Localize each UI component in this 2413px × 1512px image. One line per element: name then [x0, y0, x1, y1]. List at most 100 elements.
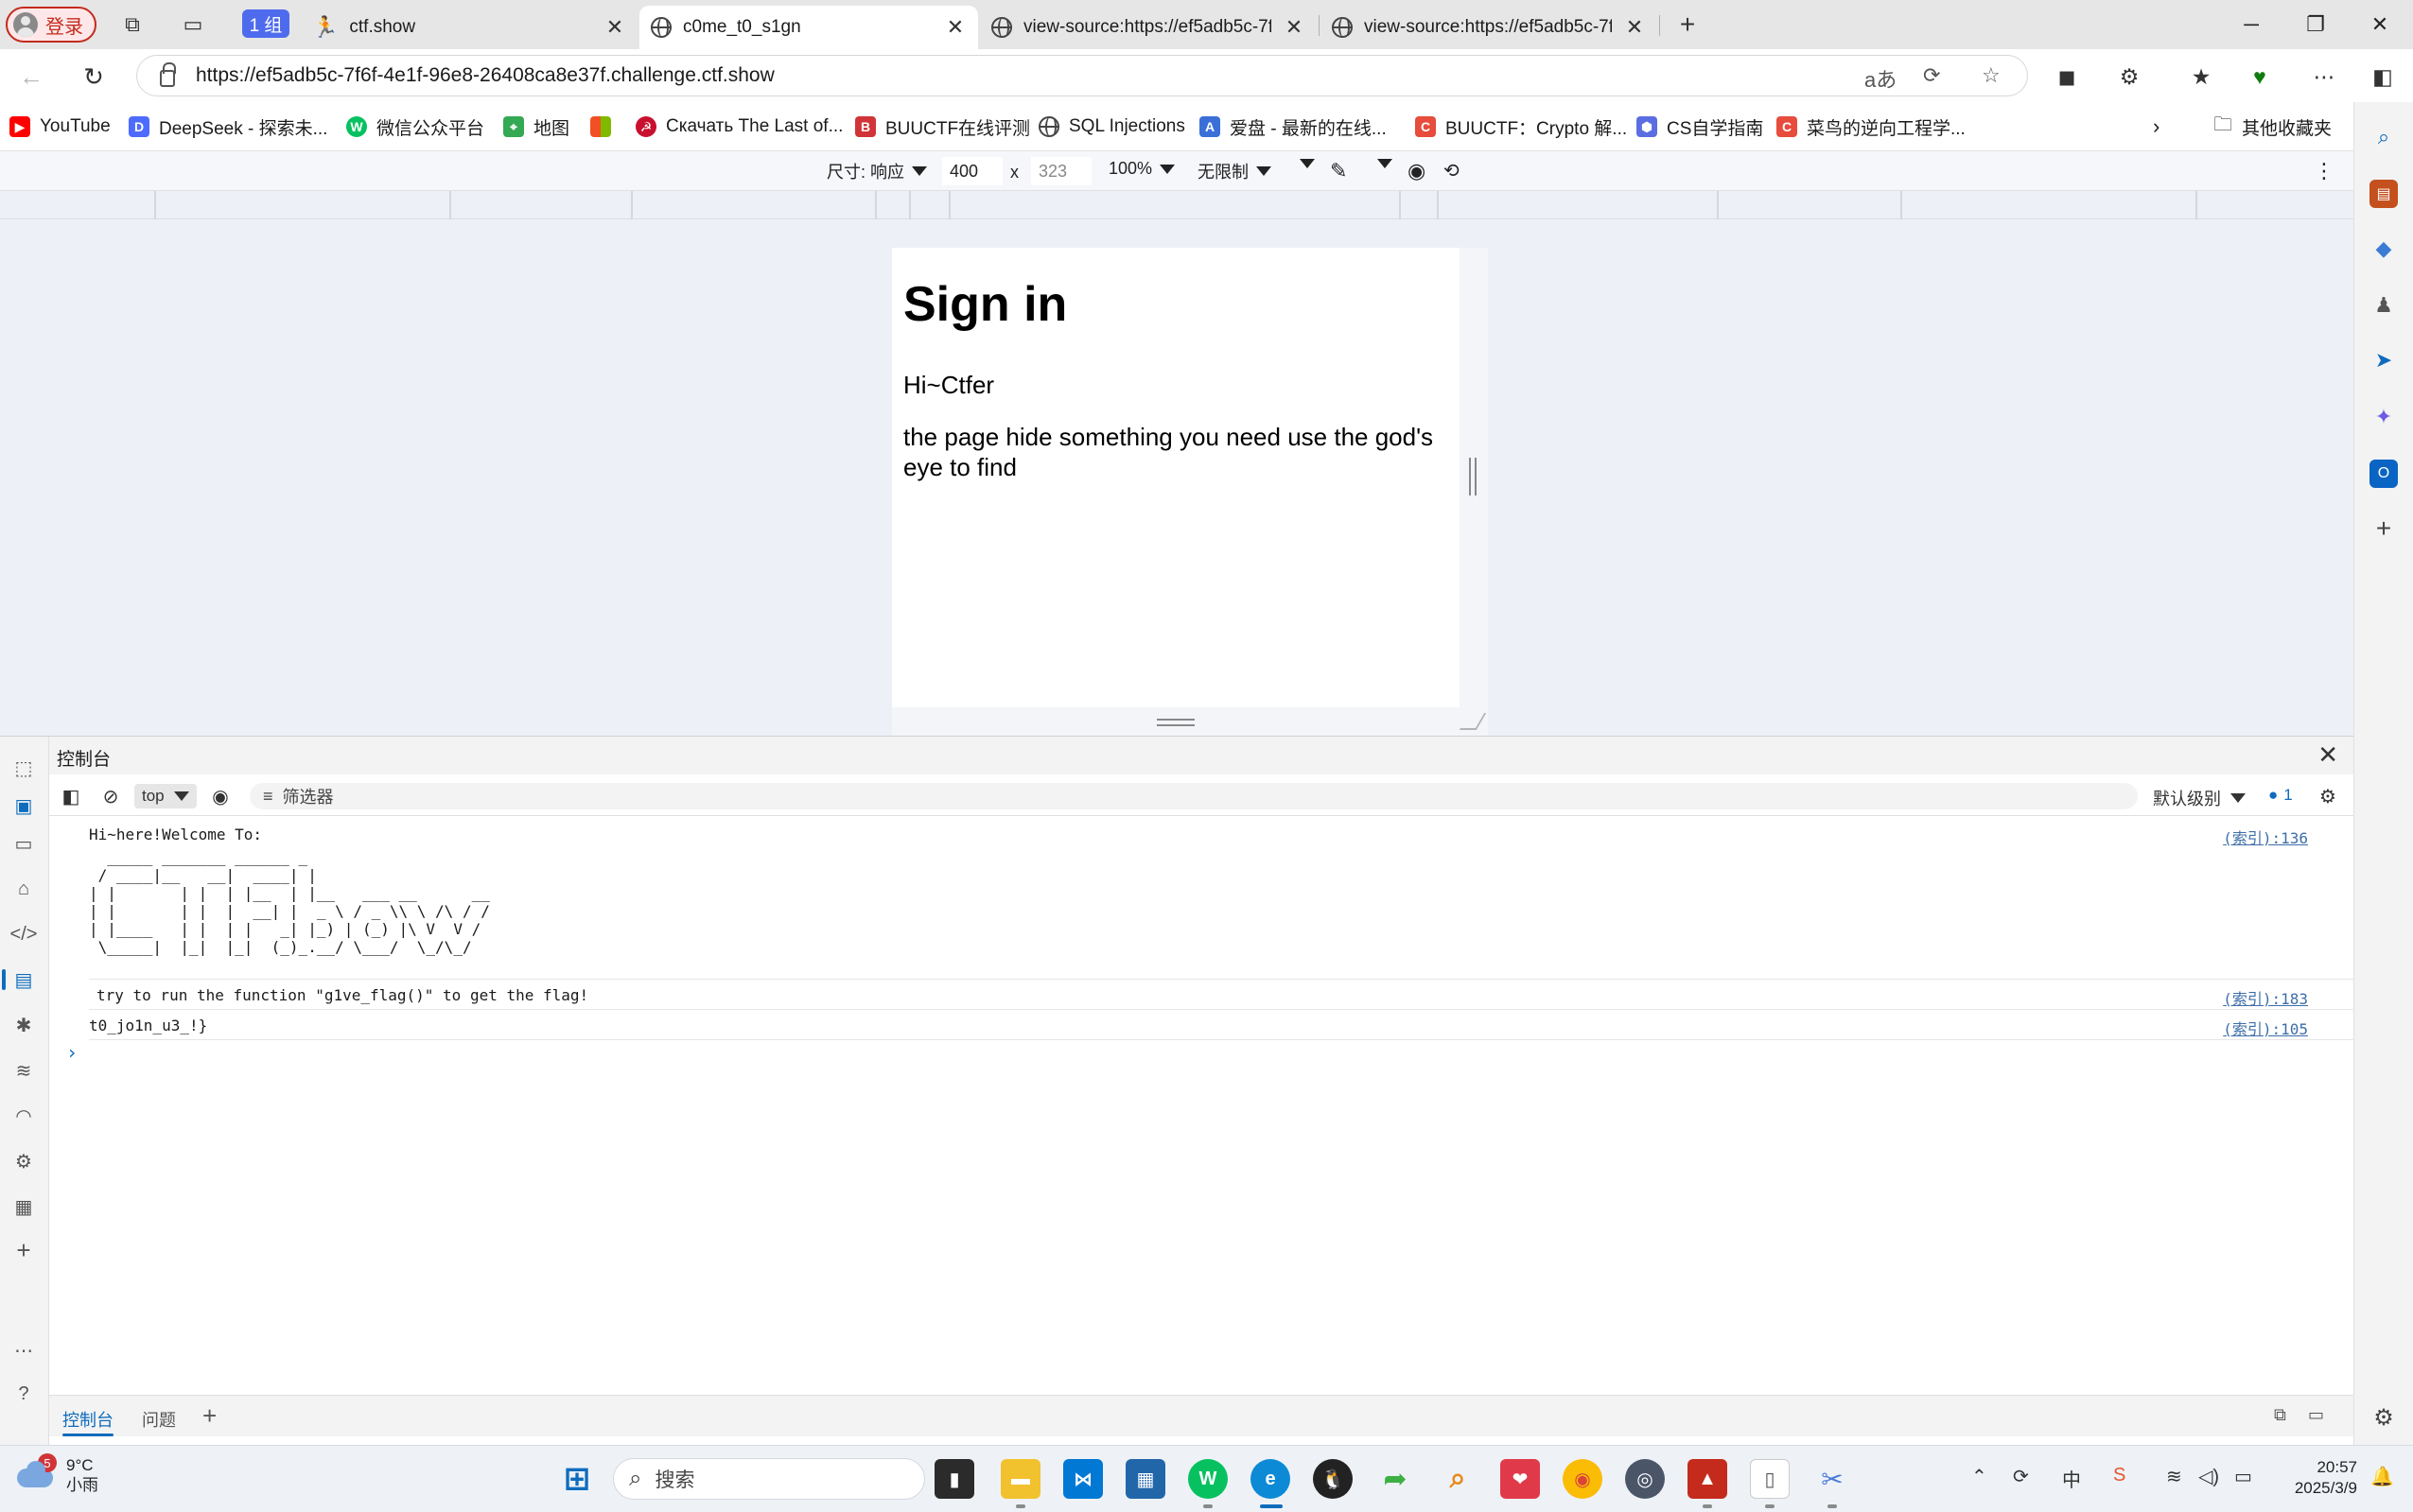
search-icon[interactable]: ⌕: [2369, 123, 2398, 151]
profile-button[interactable]: 登录: [6, 7, 96, 43]
app-tray-icon[interactable]: S: [2113, 1465, 2125, 1486]
close-tab-icon[interactable]: ✕: [1283, 15, 1305, 40]
share-arrow-icon[interactable]: ➦: [1375, 1459, 1415, 1499]
pocket-icon[interactable]: ❤: [1500, 1459, 1540, 1499]
more-menu-icon[interactable]: ⋯: [2308, 61, 2340, 93]
favorite-microsoft[interactable]: [590, 113, 611, 140]
wechat-icon[interactable]: W: [1188, 1459, 1228, 1499]
search-tool-icon[interactable]: ⌕: [1438, 1459, 1478, 1499]
qq-icon[interactable]: 🐧: [1313, 1459, 1353, 1499]
tab-view-source-2[interactable]: view-source:https://ef5adb5c-7f6 ✕: [1320, 6, 1657, 49]
context-select[interactable]: top: [134, 784, 197, 808]
inspect-icon[interactable]: ⬚: [9, 754, 38, 782]
volume-icon[interactable]: ◁): [2198, 1465, 2219, 1488]
network-wifi-icon[interactable]: ≋: [9, 1056, 38, 1085]
workspaces-icon[interactable]: ⧉: [117, 9, 148, 40]
zoom-select[interactable]: 100%: [1109, 159, 1176, 179]
vision-icon[interactable]: ◉: [1408, 159, 1425, 183]
grip-icon[interactable]: [1469, 458, 1477, 495]
favorite-last-of-us[interactable]: ☭ Скачать The Last of...: [636, 113, 843, 140]
add-drawer-tab-icon[interactable]: +: [202, 1401, 217, 1431]
performance-icon[interactable]: ◠: [9, 1102, 38, 1130]
favorite-star-icon[interactable]: ☆: [1982, 63, 2001, 88]
app-circle-icon[interactable]: ◎: [1625, 1459, 1665, 1499]
filter-input[interactable]: ≡ 筛选器: [250, 783, 2138, 809]
window-icon[interactable]: ▭: [9, 829, 38, 858]
tab-ctfshow[interactable]: 🏃 ctf.show ✕: [301, 6, 638, 49]
taskbar-search[interactable]: ⌕ 搜索: [613, 1458, 925, 1500]
log-levels-select[interactable]: 默认级别: [2153, 786, 2246, 810]
favorite-wechat[interactable]: W 微信公众平台: [346, 113, 484, 140]
favorite-maps[interactable]: ⌖ 地图: [503, 113, 569, 140]
favorite-deepseek[interactable]: D DeepSeek - 探索未...: [129, 113, 327, 140]
battery-icon[interactable]: ▭: [2234, 1465, 2252, 1488]
close-tab-icon[interactable]: ✕: [1623, 15, 1646, 40]
browser-essentials-icon[interactable]: ♥: [2244, 61, 2276, 93]
wifi-icon[interactable]: ≋: [2166, 1465, 2182, 1488]
back-icon[interactable]: ←: [13, 59, 49, 95]
more-options-select[interactable]: [1377, 159, 1392, 168]
source-link[interactable]: (索引):136: [2223, 826, 2308, 848]
translate-icon[interactable]: aあ: [1864, 63, 1897, 94]
throttle-select[interactable]: 无限制: [1198, 159, 1271, 183]
reader-icon[interactable]: ⟳: [1923, 63, 1940, 88]
task-view-icon[interactable]: ▮: [935, 1459, 974, 1499]
outlook-icon[interactable]: O: [2369, 460, 2398, 488]
device-emulation-icon[interactable]: ▣: [9, 791, 38, 820]
add-icon[interactable]: +: [2369, 513, 2398, 543]
favorite-aipan[interactable]: A 爱盘 - 最新的在线...: [1199, 113, 1387, 140]
sources-bug-icon[interactable]: ✱: [9, 1011, 38, 1039]
tab-view-source-1[interactable]: view-source:https://ef5adb5c-7f6 ✕: [980, 6, 1317, 49]
weather-widget[interactable]: 5 9°C 小雨: [17, 1453, 98, 1495]
close-devtools-icon[interactable]: ✕: [2317, 740, 2338, 770]
extension-1-icon[interactable]: ◼: [2051, 61, 2083, 93]
games-icon[interactable]: ♟: [2369, 291, 2398, 320]
file-explorer-icon[interactable]: ▬: [1001, 1459, 1040, 1499]
tab-group-badge[interactable]: 1 组: [242, 9, 289, 38]
console-settings-icon[interactable]: ⚙: [2316, 784, 2340, 808]
notification-bell-icon[interactable]: 🔔: [2370, 1465, 2394, 1488]
drawer-tab-console[interactable]: 控制台: [62, 1407, 114, 1436]
sidebar-toggle-icon[interactable]: ◧: [2367, 61, 2399, 93]
lock-icon[interactable]: [160, 62, 176, 87]
snipping-tool-icon[interactable]: ✂: [1812, 1459, 1852, 1499]
tag-icon[interactable]: ◆: [2369, 235, 2398, 263]
refresh-icon[interactable]: ↻: [76, 59, 112, 95]
elements-icon[interactable]: </>: [9, 920, 38, 948]
media-query-bar[interactable]: [0, 191, 2353, 219]
favorite-buuctf-crypto[interactable]: C BUUCTF：Crypto 解...: [1415, 113, 1627, 140]
chevron-up-icon[interactable]: ⌃: [1971, 1465, 1987, 1488]
favorite-reverse-engineering[interactable]: C 菜鸟的逆向工程学...: [1776, 113, 1966, 140]
other-favorites[interactable]: 🗀 其他收藏夹: [2213, 113, 2332, 140]
rotate-icon[interactable]: ⟲: [1443, 159, 1460, 182]
chrome-icon[interactable]: ◉: [1563, 1459, 1602, 1499]
restore-icon[interactable]: ❐: [2287, 6, 2344, 43]
edge-browser-icon[interactable]: e: [1250, 1459, 1290, 1499]
source-link[interactable]: (索引):183: [2223, 986, 2308, 1009]
sidebar-toggle-icon[interactable]: ◧: [59, 784, 83, 808]
chevron-right-icon[interactable]: ›: [2153, 113, 2159, 140]
source-link[interactable]: (索引):105: [2223, 1017, 2308, 1039]
favorite-cs-guide[interactable]: ⬢ CS自学指南: [1636, 113, 1763, 140]
input-method-icon[interactable]: 中: [2062, 1465, 2081, 1492]
settings-gear-icon[interactable]: ⚙: [9, 1147, 38, 1175]
vscode-icon[interactable]: ⋈: [1063, 1459, 1103, 1499]
cat-app-icon[interactable]: ▲: [1687, 1459, 1727, 1499]
height-input[interactable]: [1031, 157, 1092, 185]
new-tab-icon[interactable]: +: [1672, 9, 1703, 40]
tab-come-to-sign[interactable]: c0me_t0_s1gn ✕: [639, 6, 978, 49]
more-tools-icon[interactable]: ⋯: [9, 1336, 38, 1364]
tools-icon[interactable]: ▤: [2369, 180, 2398, 208]
application-icon[interactable]: ▦: [9, 1192, 38, 1221]
drawer-tab-issues[interactable]: 问题: [142, 1407, 176, 1432]
live-expression-eye-icon[interactable]: ◉: [208, 784, 233, 808]
welcome-home-icon[interactable]: ⌂: [9, 875, 38, 903]
favorite-buuctf[interactable]: B BUUCTF在线评测: [855, 113, 1030, 140]
favorite-youtube[interactable]: ▶ YouTube: [9, 113, 111, 140]
device-more-icon[interactable]: ⋮: [2314, 159, 2334, 183]
send-icon[interactable]: ➤: [2369, 346, 2398, 374]
collapse-drawer-icon[interactable]: ▭: [2308, 1405, 2324, 1425]
dimensions-select[interactable]: 尺寸: 响应: [827, 159, 928, 183]
clear-console-icon[interactable]: ⊘: [98, 784, 123, 808]
width-input[interactable]: [942, 157, 1003, 185]
